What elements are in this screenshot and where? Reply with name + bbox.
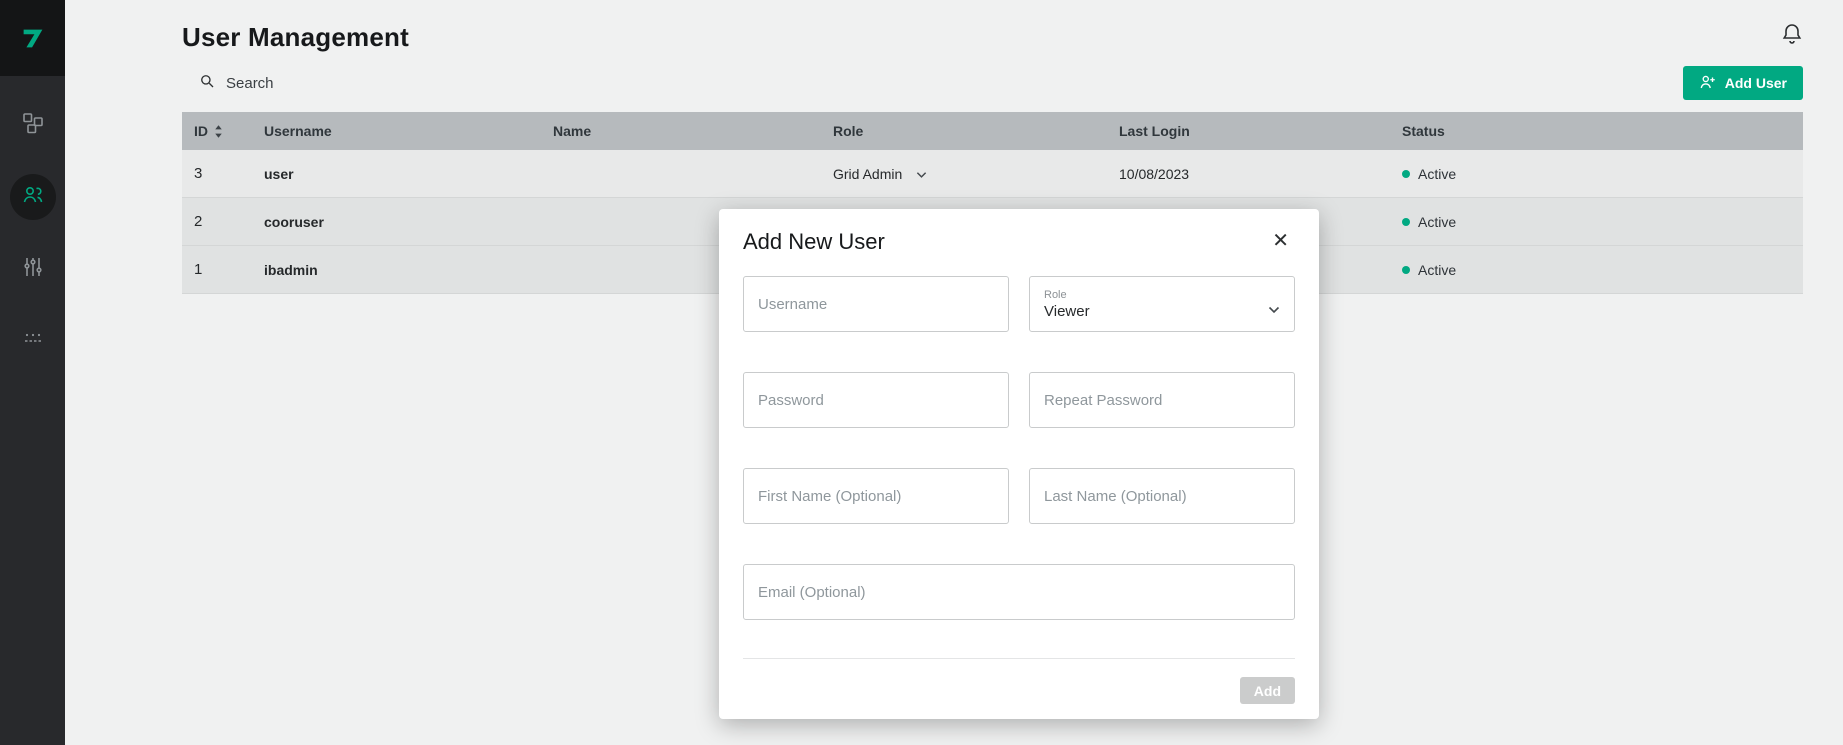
sort-icon bbox=[214, 125, 223, 138]
search-icon bbox=[198, 72, 216, 95]
status-dot-icon bbox=[1402, 266, 1410, 274]
sidebar-item-cli[interactable] bbox=[10, 318, 56, 364]
chevron-down-icon bbox=[916, 166, 927, 182]
sliders-icon bbox=[21, 255, 45, 284]
add-user-button[interactable]: Add User bbox=[1683, 66, 1803, 100]
username-field[interactable] bbox=[743, 276, 1009, 332]
email-field[interactable] bbox=[743, 564, 1295, 620]
cell-id: 2 bbox=[194, 213, 264, 230]
person-add-icon bbox=[1699, 73, 1717, 94]
table-row[interactable]: 3 user Grid Admin 10/08/2023 Active bbox=[182, 150, 1803, 198]
notifications-button[interactable] bbox=[1777, 20, 1807, 50]
last-name-field[interactable] bbox=[1029, 468, 1295, 524]
modal-header: Add New User ✕ bbox=[743, 229, 1295, 255]
table-header-role: Role bbox=[833, 123, 1119, 139]
role-select[interactable]: Role Viewer bbox=[1029, 276, 1295, 332]
main-content: User Management Add User bbox=[65, 0, 1843, 745]
role-dropdown-value: Grid Admin bbox=[833, 166, 902, 182]
table-header-status: Status bbox=[1402, 123, 1803, 139]
status-dot-icon bbox=[1402, 170, 1410, 178]
table-header-username: Username bbox=[264, 123, 553, 139]
status-label: Active bbox=[1418, 214, 1456, 230]
status-dot-icon bbox=[1402, 218, 1410, 226]
topology-icon bbox=[21, 111, 45, 140]
role-dropdown[interactable]: Grid Admin bbox=[833, 166, 1119, 182]
table-header-id[interactable]: ID bbox=[194, 123, 264, 139]
brand-logo-icon bbox=[18, 23, 48, 53]
search-bar bbox=[198, 72, 446, 95]
sidebar bbox=[0, 0, 65, 745]
modal-divider bbox=[743, 658, 1295, 659]
status-label: Active bbox=[1418, 166, 1456, 182]
cell-id: 1 bbox=[194, 261, 264, 278]
repeat-password-field[interactable] bbox=[1029, 372, 1295, 428]
page-title: User Management bbox=[182, 22, 409, 53]
modal-title: Add New User bbox=[743, 229, 885, 255]
add-user-button-label: Add User bbox=[1725, 75, 1787, 91]
cell-username: cooruser bbox=[264, 214, 553, 230]
form-row-email bbox=[743, 564, 1295, 620]
table-header-row: ID Username Name Role Last Login Status bbox=[182, 112, 1803, 150]
modal-actions: Add bbox=[743, 677, 1295, 704]
form-row-names bbox=[743, 468, 1295, 524]
add-new-user-modal: Add New User ✕ Role Viewer bbox=[719, 209, 1319, 719]
add-button[interactable]: Add bbox=[1240, 677, 1295, 704]
search-input[interactable] bbox=[226, 75, 446, 92]
role-select-label: Role bbox=[1044, 289, 1280, 301]
sidebar-nav bbox=[0, 76, 65, 364]
form-row-username-role: Role Viewer bbox=[743, 276, 1295, 332]
cell-username: user bbox=[264, 166, 553, 182]
status-badge: Active bbox=[1402, 166, 1803, 182]
cell-id: 3 bbox=[194, 165, 264, 182]
close-icon[interactable]: ✕ bbox=[1266, 229, 1295, 253]
status-badge: Active bbox=[1402, 214, 1803, 230]
notifications-bell-icon bbox=[1780, 22, 1804, 49]
users-icon bbox=[21, 183, 45, 212]
sidebar-item-users[interactable] bbox=[10, 174, 56, 220]
sidebar-item-settings[interactable] bbox=[10, 246, 56, 292]
cli-icon bbox=[21, 327, 45, 356]
sidebar-item-topology[interactable] bbox=[10, 102, 56, 148]
cell-last-login: 10/08/2023 bbox=[1119, 166, 1402, 182]
cell-username: ibadmin bbox=[264, 262, 553, 278]
table-header-last-login: Last Login bbox=[1119, 123, 1402, 139]
table-header-name: Name bbox=[553, 123, 833, 139]
chevron-down-icon bbox=[1268, 301, 1280, 309]
first-name-field[interactable] bbox=[743, 468, 1009, 524]
status-badge: Active bbox=[1402, 262, 1803, 278]
password-field[interactable] bbox=[743, 372, 1009, 428]
form-row-passwords bbox=[743, 372, 1295, 428]
status-label: Active bbox=[1418, 262, 1456, 278]
role-select-value: Viewer bbox=[1044, 303, 1280, 320]
brand-logo[interactable] bbox=[0, 0, 65, 76]
